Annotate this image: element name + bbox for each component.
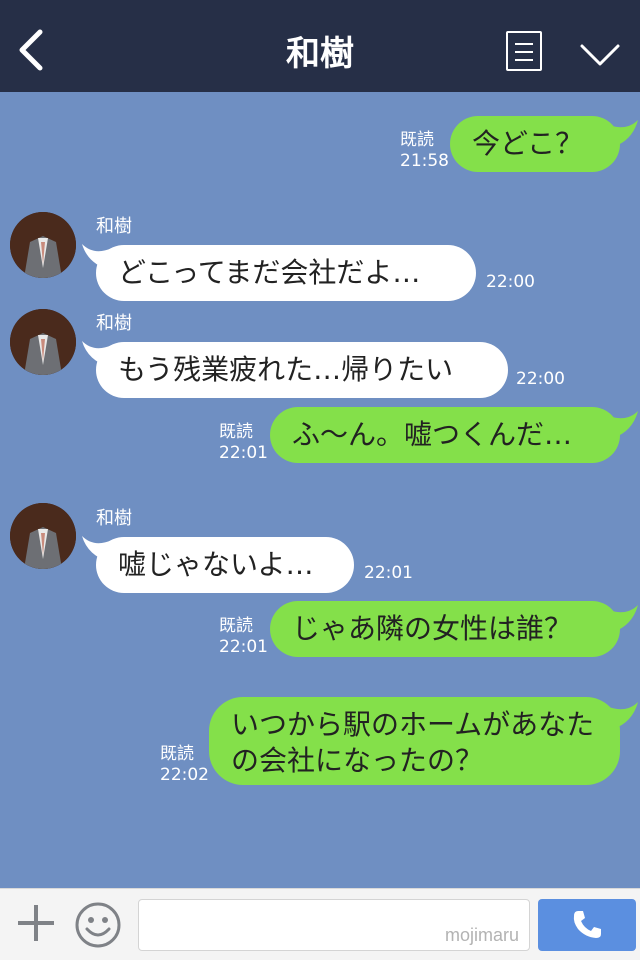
smiley-icon[interactable] xyxy=(74,901,122,949)
plus-icon[interactable] xyxy=(14,901,58,945)
message-text: 嘘じゃないよ… xyxy=(118,548,314,581)
read-receipt: 既読 xyxy=(400,130,434,150)
message-text: ふ〜ん。嘘つくんだ… xyxy=(292,418,573,451)
message-time: 22:02 xyxy=(160,765,209,785)
message-time: 22:01 xyxy=(364,563,413,583)
message-time: 22:01 xyxy=(219,443,268,463)
outgoing-message[interactable]: ふ〜ん。嘘つくんだ… xyxy=(270,407,620,463)
read-receipt: 既読 xyxy=(219,422,253,442)
outgoing-message[interactable]: 今どこ？ xyxy=(450,116,620,172)
message-text: いつから駅のホームがあなたの会社になったの？ xyxy=(231,708,595,777)
message-text: じゃあ隣の女性は誰？ xyxy=(292,612,573,645)
bubble-tail xyxy=(606,120,638,148)
message-time: 22:01 xyxy=(219,637,268,657)
message-meta: 既読 22:02 xyxy=(160,744,209,786)
message-input[interactable]: mojimaru xyxy=(138,899,530,951)
chat-header: 和樹 xyxy=(0,0,640,92)
message-text: 今どこ？ xyxy=(472,127,584,160)
bubble-tail xyxy=(606,411,638,439)
message-time: 22:00 xyxy=(516,369,565,389)
read-receipt: 既読 xyxy=(160,744,194,764)
message-text: どこってまだ会社だよ… xyxy=(118,256,421,289)
message-time: 21:58 xyxy=(400,151,449,171)
chevron-down-icon[interactable] xyxy=(578,36,622,70)
watermark-text: mojimaru xyxy=(444,925,519,945)
sender-name: 和樹 xyxy=(96,313,132,334)
incoming-message[interactable]: どこってまだ会社だよ… xyxy=(96,245,476,301)
avatar[interactable] xyxy=(10,309,76,375)
incoming-message[interactable]: 嘘じゃないよ… xyxy=(96,537,354,593)
message-text: もう残業疲れた…帰りたい xyxy=(118,353,454,386)
message-meta: 既読 22:01 xyxy=(219,616,268,658)
sender-name: 和樹 xyxy=(96,216,132,237)
outgoing-message[interactable]: じゃあ隣の女性は誰？ xyxy=(270,601,620,657)
avatar[interactable] xyxy=(10,212,76,278)
call-button[interactable] xyxy=(538,899,636,951)
message-meta: 既読 22:01 xyxy=(219,422,268,464)
composer-bar: mojimaru xyxy=(0,888,640,960)
message-time: 22:00 xyxy=(486,272,535,292)
avatar[interactable] xyxy=(10,503,76,569)
outgoing-message[interactable]: いつから駅のホームがあなたの会社になったの？ xyxy=(209,697,620,785)
sender-name: 和樹 xyxy=(96,508,132,529)
message-meta: 既読 21:58 xyxy=(400,130,449,172)
incoming-message[interactable]: もう残業疲れた…帰りたい xyxy=(96,342,508,398)
bubble-tail xyxy=(606,605,638,633)
chat-title: 和樹 xyxy=(286,34,354,74)
read-receipt: 既読 xyxy=(219,616,253,636)
phone-icon xyxy=(573,911,601,938)
bubble-tail xyxy=(606,702,638,730)
menu-icon[interactable] xyxy=(506,31,542,71)
